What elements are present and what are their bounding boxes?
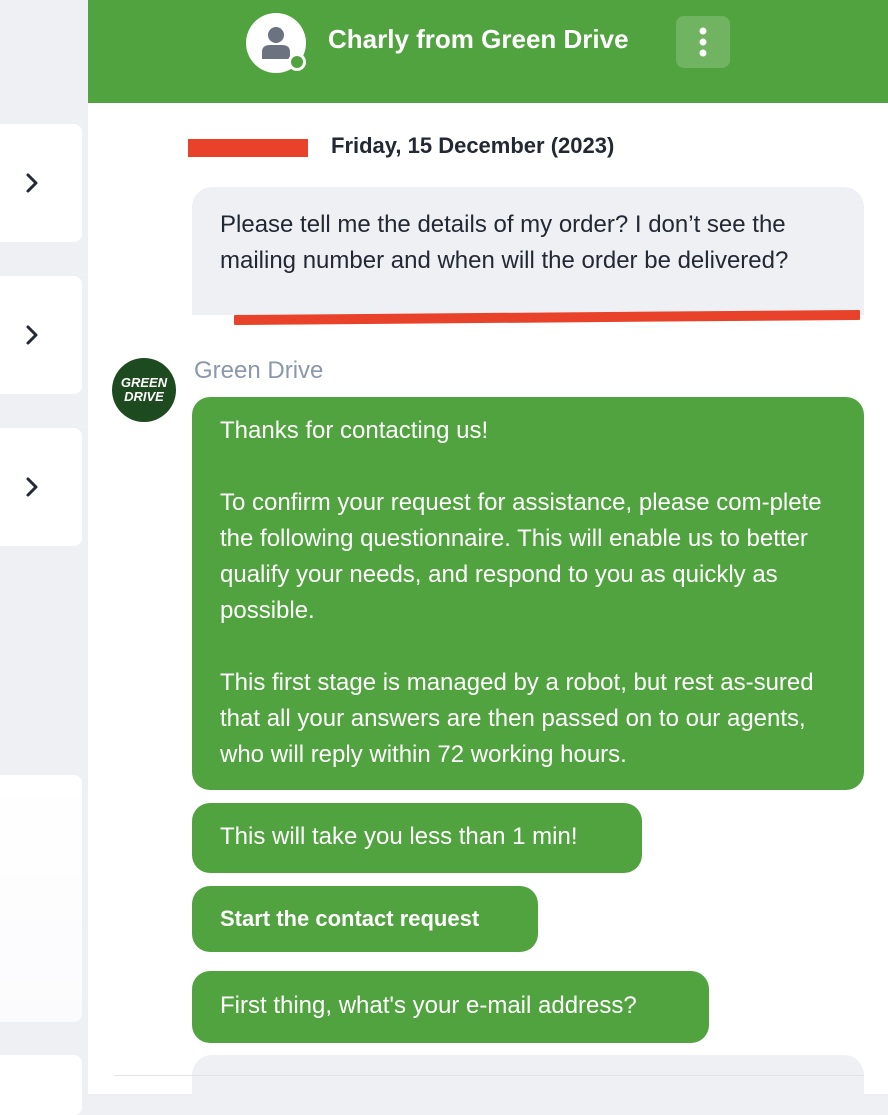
bot-message-paragraph: This first stage is managed by a robot, … [220, 669, 814, 768]
user-message-bubble: Please tell me the details of my order? … [192, 187, 864, 315]
chat-header: Charly from Green Drive [88, 0, 888, 103]
bot-message-paragraph: Thanks for contacting us! [220, 417, 489, 444]
menu-dots-icon [699, 27, 707, 57]
bot-message-paragraph: To confirm your request for assistance, … [220, 489, 822, 624]
start-contact-request-button[interactable]: Start the contact request [192, 886, 538, 952]
list-card [0, 1055, 82, 1115]
chevron-right-icon [26, 477, 38, 497]
chevron-right-icon [26, 325, 38, 345]
annotation-underline [234, 310, 860, 325]
list-card[interactable] [0, 428, 82, 546]
user-icon [262, 27, 290, 59]
annotation-arrow-icon [188, 139, 308, 157]
date-separator: Friday, 15 December (2023) [331, 133, 615, 158]
chat-window: Charly from Green Drive Friday, 15 Decem… [88, 0, 888, 1115]
bot-message-bubble: This will take you less than 1 min! [192, 803, 642, 873]
divider [114, 1075, 864, 1076]
options-menu-button[interactable] [676, 16, 730, 68]
online-status-dot [288, 53, 306, 71]
user-message-bubble-partial [192, 1055, 864, 1115]
list-card [0, 775, 82, 1022]
bot-avatar-text-line2: DRIVE [124, 389, 164, 404]
agent-title: Charly from Green Drive [328, 24, 629, 54]
bot-message-bubble: Thanks for contacting us! To confirm you… [192, 397, 864, 790]
bot-name: Green Drive [194, 357, 324, 384]
bot-avatar-text-line1: GREEN [120, 375, 168, 390]
bot-message-bubble: First thing, what's your e-mail address? [192, 971, 709, 1043]
list-card[interactable] [0, 276, 82, 394]
list-card[interactable] [0, 124, 82, 242]
background-list-panel [0, 0, 88, 1115]
bot-avatar: GREEN DRIVE [112, 358, 176, 422]
chevron-right-icon [26, 173, 38, 193]
